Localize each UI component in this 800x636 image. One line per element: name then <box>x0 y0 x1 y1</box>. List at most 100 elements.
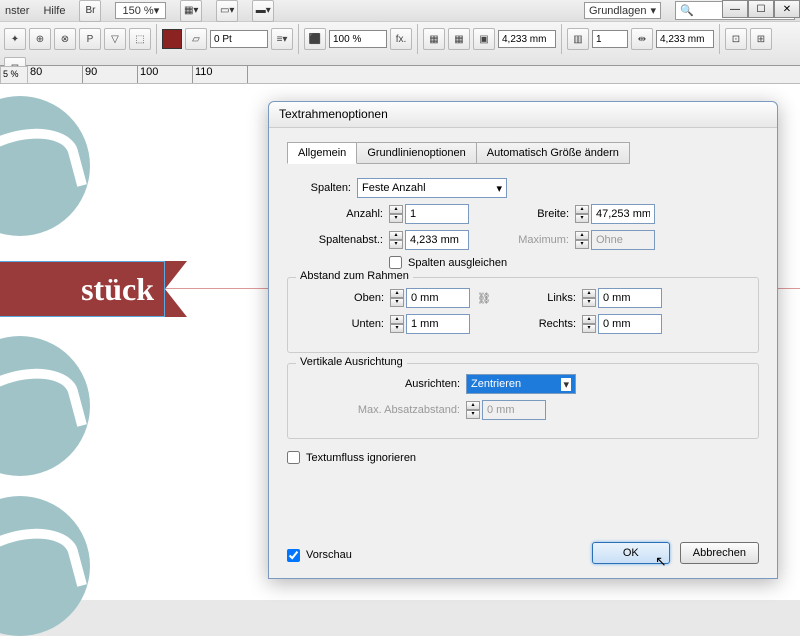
spin-up[interactable]: ▴ <box>466 401 480 410</box>
stroke-weight-input[interactable] <box>210 30 268 48</box>
spin-down[interactable]: ▾ <box>582 298 596 307</box>
preview-label: Vorschau <box>306 549 352 561</box>
logo-graphic[interactable] <box>0 496 90 636</box>
spin-up[interactable]: ▴ <box>389 231 403 240</box>
ruler-corner: 5 % <box>0 66 28 84</box>
spin-up[interactable]: ▴ <box>389 205 403 214</box>
inset-top-input[interactable] <box>406 288 470 308</box>
columns-label: Spalten: <box>299 182 351 194</box>
dialog-tabs: Allgemein Grundlinienoptionen Automatisc… <box>287 142 759 164</box>
type-on-path-icon[interactable]: P <box>79 28 101 50</box>
stroke-swatch[interactable]: ▱ <box>185 28 207 50</box>
fill-swatch[interactable] <box>162 29 182 49</box>
col-count-input[interactable] <box>592 30 628 48</box>
tab-autosize[interactable]: Automatisch Größe ändern <box>476 142 630 164</box>
spin-up[interactable]: ▴ <box>582 315 596 324</box>
balance-columns-label: Spalten ausgleichen <box>408 257 507 269</box>
spin-up[interactable]: ▴ <box>575 205 589 214</box>
cancel-button[interactable]: Abbrechen <box>680 542 759 564</box>
close-button[interactable]: ✕ <box>774 0 800 18</box>
chevron-down-icon: ▾ <box>496 182 502 195</box>
ruler-horizontal: 80 90 100 110 <box>28 66 800 84</box>
maximize-button[interactable]: ☐ <box>748 0 774 18</box>
arrange-icon[interactable]: ▬▾ <box>252 0 274 22</box>
workspace-selector[interactable]: Grundlagen ▾ <box>584 2 661 19</box>
max-label: Maximum: <box>505 234 569 246</box>
logo-graphic[interactable] <box>0 96 90 236</box>
columns-icon[interactable]: ▥ <box>567 28 589 50</box>
tool-icon[interactable]: ⬚ <box>129 28 151 50</box>
count-label: Anzahl: <box>299 208 383 220</box>
spin-down[interactable]: ▾ <box>389 214 403 223</box>
col-gap-input[interactable] <box>656 30 714 48</box>
width-label: Breite: <box>505 208 569 220</box>
width-input[interactable] <box>591 204 655 224</box>
inset-right-input[interactable] <box>598 314 662 334</box>
preview-checkbox[interactable] <box>287 549 300 562</box>
spin-down[interactable]: ▾ <box>390 324 404 333</box>
top-label: Oben: <box>300 292 384 304</box>
dialog-title: Textrahmenoptionen <box>269 102 777 128</box>
window-controls: — ☐ ✕ <box>722 0 800 18</box>
gutter-input[interactable] <box>405 230 469 250</box>
scale-icon[interactable]: ⬛ <box>304 28 326 50</box>
count-input[interactable] <box>405 204 469 224</box>
text-frame-options-dialog: Textrahmenoptionen Allgemein Grundlinien… <box>268 101 778 579</box>
right-label: Rechts: <box>512 318 576 330</box>
fx-icon[interactable]: fx. <box>390 28 412 50</box>
spin-down[interactable]: ▾ <box>582 324 596 333</box>
frame-icon[interactable]: ⊞ <box>750 28 772 50</box>
spin-down[interactable]: ▾ <box>390 298 404 307</box>
spin-down[interactable]: ▾ <box>575 240 589 249</box>
stroke-style-icon[interactable]: ≡▾ <box>271 28 293 50</box>
valign-group: Vertikale Ausrichtung Ausrichten: Zentri… <box>287 363 759 439</box>
tool-icon[interactable]: ▽ <box>104 28 126 50</box>
tool-icon[interactable]: ⊗ <box>54 28 76 50</box>
balance-columns-checkbox[interactable] <box>389 256 402 269</box>
zoom-level[interactable]: 150 % ▾ <box>115 2 166 19</box>
chevron-down-icon: ▾ <box>561 378 571 391</box>
gap-input[interactable] <box>498 30 556 48</box>
tab-general[interactable]: Allgemein <box>287 142 357 164</box>
spin-down[interactable]: ▾ <box>466 410 480 419</box>
wrap-icon[interactable]: ▣ <box>473 28 495 50</box>
wrap-icon[interactable]: ▦ <box>448 28 470 50</box>
logo-graphic[interactable] <box>0 336 90 476</box>
inset-bottom-input[interactable] <box>406 314 470 334</box>
text-frame-selected[interactable]: stück <box>0 261 165 317</box>
chain-icon[interactable]: ⛓ <box>476 292 492 305</box>
col-gap-icon[interactable]: ⇹ <box>631 28 653 50</box>
tab-baseline[interactable]: Grundlinienoptionen <box>356 142 476 164</box>
inset-left-input[interactable] <box>598 288 662 308</box>
tool-icon[interactable]: ⊕ <box>29 28 51 50</box>
para-spacing-label: Max. Absatzabstand: <box>300 404 460 416</box>
ignore-wrap-label: Textumfluss ignorieren <box>306 452 416 464</box>
inset-group: Abstand zum Rahmen Oben: ▴▾ ⛓ Links: ▴▾ … <box>287 277 759 353</box>
spin-up[interactable]: ▴ <box>582 289 596 298</box>
spin-up[interactable]: ▴ <box>390 289 404 298</box>
para-spacing-input <box>482 400 546 420</box>
screen-icon[interactable]: ▭▾ <box>216 0 238 22</box>
menu-item[interactable]: Hilfe <box>43 5 65 17</box>
left-label: Links: <box>512 292 576 304</box>
spin-up[interactable]: ▴ <box>390 315 404 324</box>
spin-down[interactable]: ▾ <box>575 214 589 223</box>
spin-up[interactable]: ▴ <box>575 231 589 240</box>
view-icon[interactable]: ▦▾ <box>180 0 202 22</box>
wrap-icon[interactable]: ▦ <box>423 28 445 50</box>
minimize-button[interactable]: — <box>722 0 748 18</box>
ok-button[interactable]: OK <box>592 542 670 564</box>
gutter-label: Spaltenabst.: <box>299 234 383 246</box>
frame-icon[interactable]: ⊡ <box>725 28 747 50</box>
ignore-wrap-checkbox[interactable] <box>287 451 300 464</box>
menu-item[interactable]: nster <box>5 5 29 17</box>
align-select[interactable]: Zentrieren▾ <box>466 374 576 394</box>
columns-mode-select[interactable]: Feste Anzahl▾ <box>357 178 507 198</box>
menubar: nster Hilfe Br 150 % ▾ ▦▾ ▭▾ ▬▾ Grundlag… <box>0 0 800 22</box>
max-input <box>591 230 655 250</box>
spin-down[interactable]: ▾ <box>389 240 403 249</box>
tool-icon[interactable]: ✦ <box>4 28 26 50</box>
bottom-label: Unten: <box>300 318 384 330</box>
bridge-icon[interactable]: Br <box>79 0 101 22</box>
opacity-input[interactable] <box>329 30 387 48</box>
